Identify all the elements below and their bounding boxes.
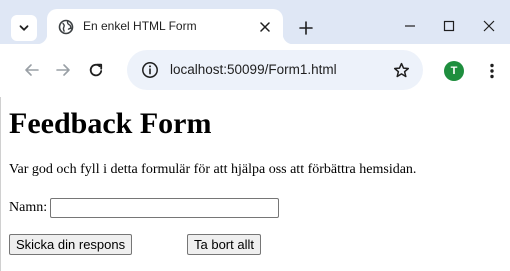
browser-toolbar: localhost:50099/Form1.html T bbox=[0, 44, 510, 97]
name-input[interactable] bbox=[50, 198, 280, 218]
address-bar[interactable]: localhost:50099/Form1.html bbox=[127, 50, 423, 90]
tab-close-button[interactable] bbox=[256, 18, 274, 36]
profile-avatar[interactable]: T bbox=[444, 61, 464, 81]
browser-menu-button[interactable] bbox=[483, 60, 501, 82]
active-tab[interactable]: En enkel HTML Form bbox=[37, 9, 293, 44]
arrow-right-icon bbox=[56, 64, 70, 76]
star-icon bbox=[393, 62, 409, 77]
forward-button[interactable] bbox=[52, 59, 74, 81]
tab-strip: En enkel HTML Form bbox=[0, 0, 510, 44]
more-vert-icon bbox=[490, 63, 494, 79]
minimize-button[interactable] bbox=[395, 12, 425, 40]
chevron-down-icon bbox=[19, 25, 29, 31]
page-title: Feedback Form bbox=[9, 107, 212, 140]
reload-button[interactable] bbox=[85, 59, 107, 81]
reset-button[interactable]: Ta bort allt bbox=[187, 234, 261, 255]
new-tab-button[interactable] bbox=[294, 16, 318, 40]
back-button[interactable] bbox=[21, 59, 43, 81]
info-icon[interactable] bbox=[141, 61, 159, 79]
submit-button[interactable]: Skicka din respons bbox=[9, 234, 133, 255]
tab-search-button[interactable] bbox=[11, 15, 37, 41]
close-icon bbox=[483, 20, 495, 32]
minimize-icon bbox=[405, 25, 415, 27]
close-window-button[interactable] bbox=[474, 12, 504, 40]
page-content: Feedback Form Var god och fyll i detta f… bbox=[0, 97, 510, 271]
intro-text: Var god och fyll i detta formulär för at… bbox=[9, 162, 417, 177]
maximize-button[interactable] bbox=[434, 12, 464, 40]
url-text[interactable]: localhost:50099/Form1.html bbox=[170, 62, 337, 77]
maximize-icon bbox=[443, 20, 455, 32]
name-label: Namn: bbox=[9, 200, 48, 215]
name-row: Namn: bbox=[9, 198, 280, 218]
reload-icon bbox=[89, 63, 103, 77]
globe-icon bbox=[58, 19, 74, 35]
arrow-left-icon bbox=[25, 64, 39, 76]
tab-title: En enkel HTML Form bbox=[83, 19, 197, 33]
close-icon bbox=[260, 22, 270, 32]
browser-window-frame: En enkel HTML Form localhost:50099/Form1… bbox=[0, 0, 510, 97]
bookmark-button[interactable] bbox=[391, 60, 411, 80]
plus-icon bbox=[299, 21, 313, 35]
